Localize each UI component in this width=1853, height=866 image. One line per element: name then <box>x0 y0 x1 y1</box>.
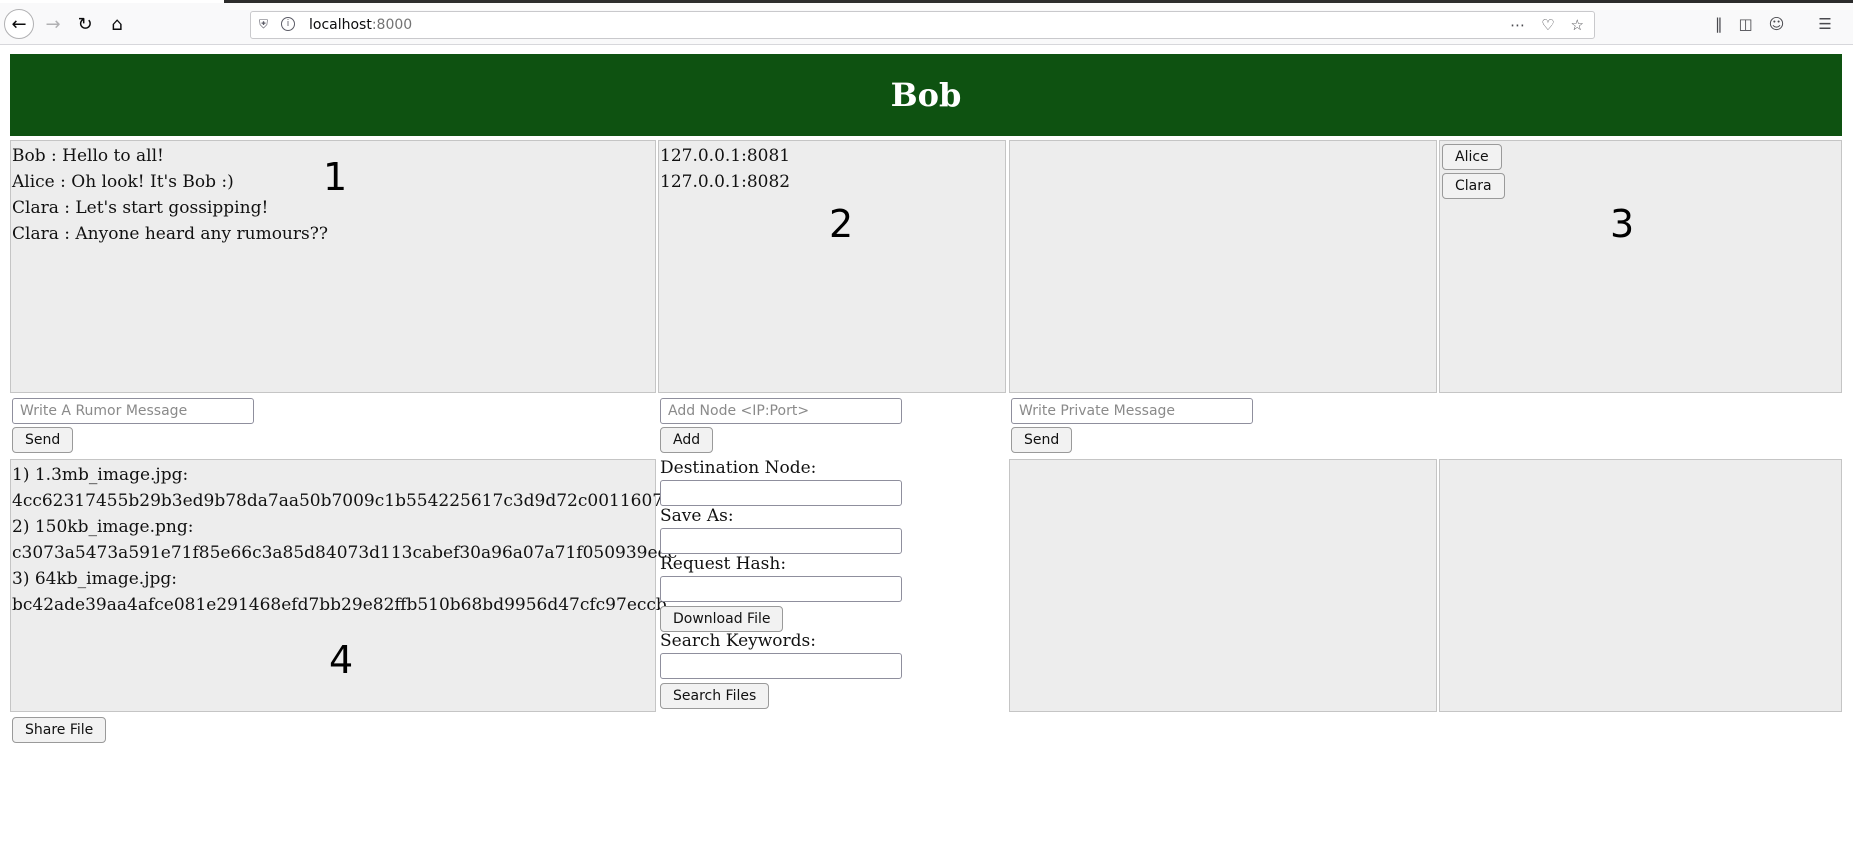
url-bar[interactable]: ⛨ i localhost:8000 ⋯ ♡ ☆ <box>250 11 1595 39</box>
sidebar-icon[interactable]: ◫ <box>1739 15 1753 33</box>
shared-file-line: 2) 150kb_image.png: <box>12 517 194 537</box>
peer-button-alice[interactable]: Alice <box>1442 144 1502 170</box>
nodes-panel: 127.0.0.1:8081 127.0.0.1:8082 2 <box>658 140 1006 393</box>
shared-file-line: bc42ade39aa4afce081e291468efd7bb29e82ffb… <box>12 595 667 615</box>
panel-marker-2: 2 <box>829 202 854 246</box>
shared-file-line: c3073a5473a591e71f85e66c3a85d84073d113ca… <box>12 543 678 563</box>
save-as-label: Save As: <box>660 506 734 526</box>
browser-toolbar: ← → ↻ ⌂ ⛨ i localhost:8000 ⋯ ♡ ☆ ‖ ◫ ☺ ☰ <box>0 3 1853 45</box>
destination-node-label: Destination Node: <box>660 458 817 478</box>
node-list: 127.0.0.1:8081 127.0.0.1:8082 <box>659 141 1005 197</box>
search-keywords-label: Search Keywords: <box>660 631 816 651</box>
private-send-button[interactable]: Send <box>1011 427 1073 453</box>
shared-file-line: 1) 1.3mb_image.jpg: <box>12 465 189 485</box>
download-file-button[interactable]: Download File <box>660 606 784 632</box>
rumor-messages-panel: Bob : Hello to all! Alice : Oh look! It's… <box>10 140 656 393</box>
url-actions: ⋯ ♡ ☆ <box>1510 16 1584 34</box>
shared-file-list: 1) 1.3mb_image.jpg: 4cc62317455b29b3ed9b7… <box>11 460 695 620</box>
search-keywords-input[interactable] <box>660 653 902 679</box>
node-item: 127.0.0.1:8081 <box>660 146 791 166</box>
rumor-message: Clara : Anyone heard any rumours?? <box>12 224 328 244</box>
back-arrow-icon[interactable]: ← <box>4 9 34 39</box>
search-results-panel <box>1009 459 1437 712</box>
shared-file-line: 4cc62317455b29b3ed9b78da7aa50b7009c1b554… <box>12 491 695 511</box>
add-node-button[interactable]: Add <box>660 427 714 453</box>
bookmark-star-icon[interactable]: ☆ <box>1571 16 1584 34</box>
toolbar-right-icons: ‖ ◫ ☺ ☰ <box>1715 15 1832 33</box>
shield-icon[interactable]: ⛨ <box>259 17 268 32</box>
private-message-input[interactable] <box>1011 398 1253 424</box>
forward-arrow-icon[interactable]: → <box>38 9 68 39</box>
destination-node-input[interactable] <box>660 480 902 506</box>
add-node-input[interactable] <box>660 398 902 424</box>
info-icon[interactable]: i <box>281 17 295 31</box>
url-text[interactable]: localhost:8000 <box>309 17 412 33</box>
node-item: 127.0.0.1:8082 <box>660 172 791 192</box>
pocket-icon[interactable]: ♡ <box>1541 16 1554 34</box>
page-title: Bob <box>10 54 1842 136</box>
peer-button-clara[interactable]: Clara <box>1442 173 1505 199</box>
share-file-button[interactable]: Share File <box>12 717 107 743</box>
home-icon[interactable]: ⌂ <box>102 9 132 39</box>
hamburger-menu-icon[interactable]: ☰ <box>1818 15 1831 33</box>
peers-panel: Alice Clara 3 <box>1439 140 1842 393</box>
account-icon[interactable]: ☺ <box>1769 15 1785 33</box>
rumor-message-input[interactable] <box>12 398 254 424</box>
request-hash-label: Request Hash: <box>660 554 787 574</box>
library-icon[interactable]: ‖ <box>1715 15 1723 33</box>
panel-marker-4: 4 <box>329 638 354 682</box>
rumor-send-button[interactable]: Send <box>12 427 74 453</box>
shared-file-line: 3) 64kb_image.jpg: <box>12 569 177 589</box>
search-files-button[interactable]: Search Files <box>660 683 770 709</box>
private-messages-panel <box>1009 140 1437 393</box>
panel-marker-1: 1 <box>323 155 348 199</box>
panel-marker-3: 3 <box>1610 202 1635 246</box>
more-actions-icon[interactable]: ⋯ <box>1510 16 1525 34</box>
request-hash-input[interactable] <box>660 576 902 602</box>
save-as-input[interactable] <box>660 528 902 554</box>
reload-icon[interactable]: ↻ <box>70 9 100 39</box>
downloads-panel <box>1439 459 1842 712</box>
shared-files-panel: 1) 1.3mb_image.jpg: 4cc62317455b29b3ed9b7… <box>10 459 695 712</box>
